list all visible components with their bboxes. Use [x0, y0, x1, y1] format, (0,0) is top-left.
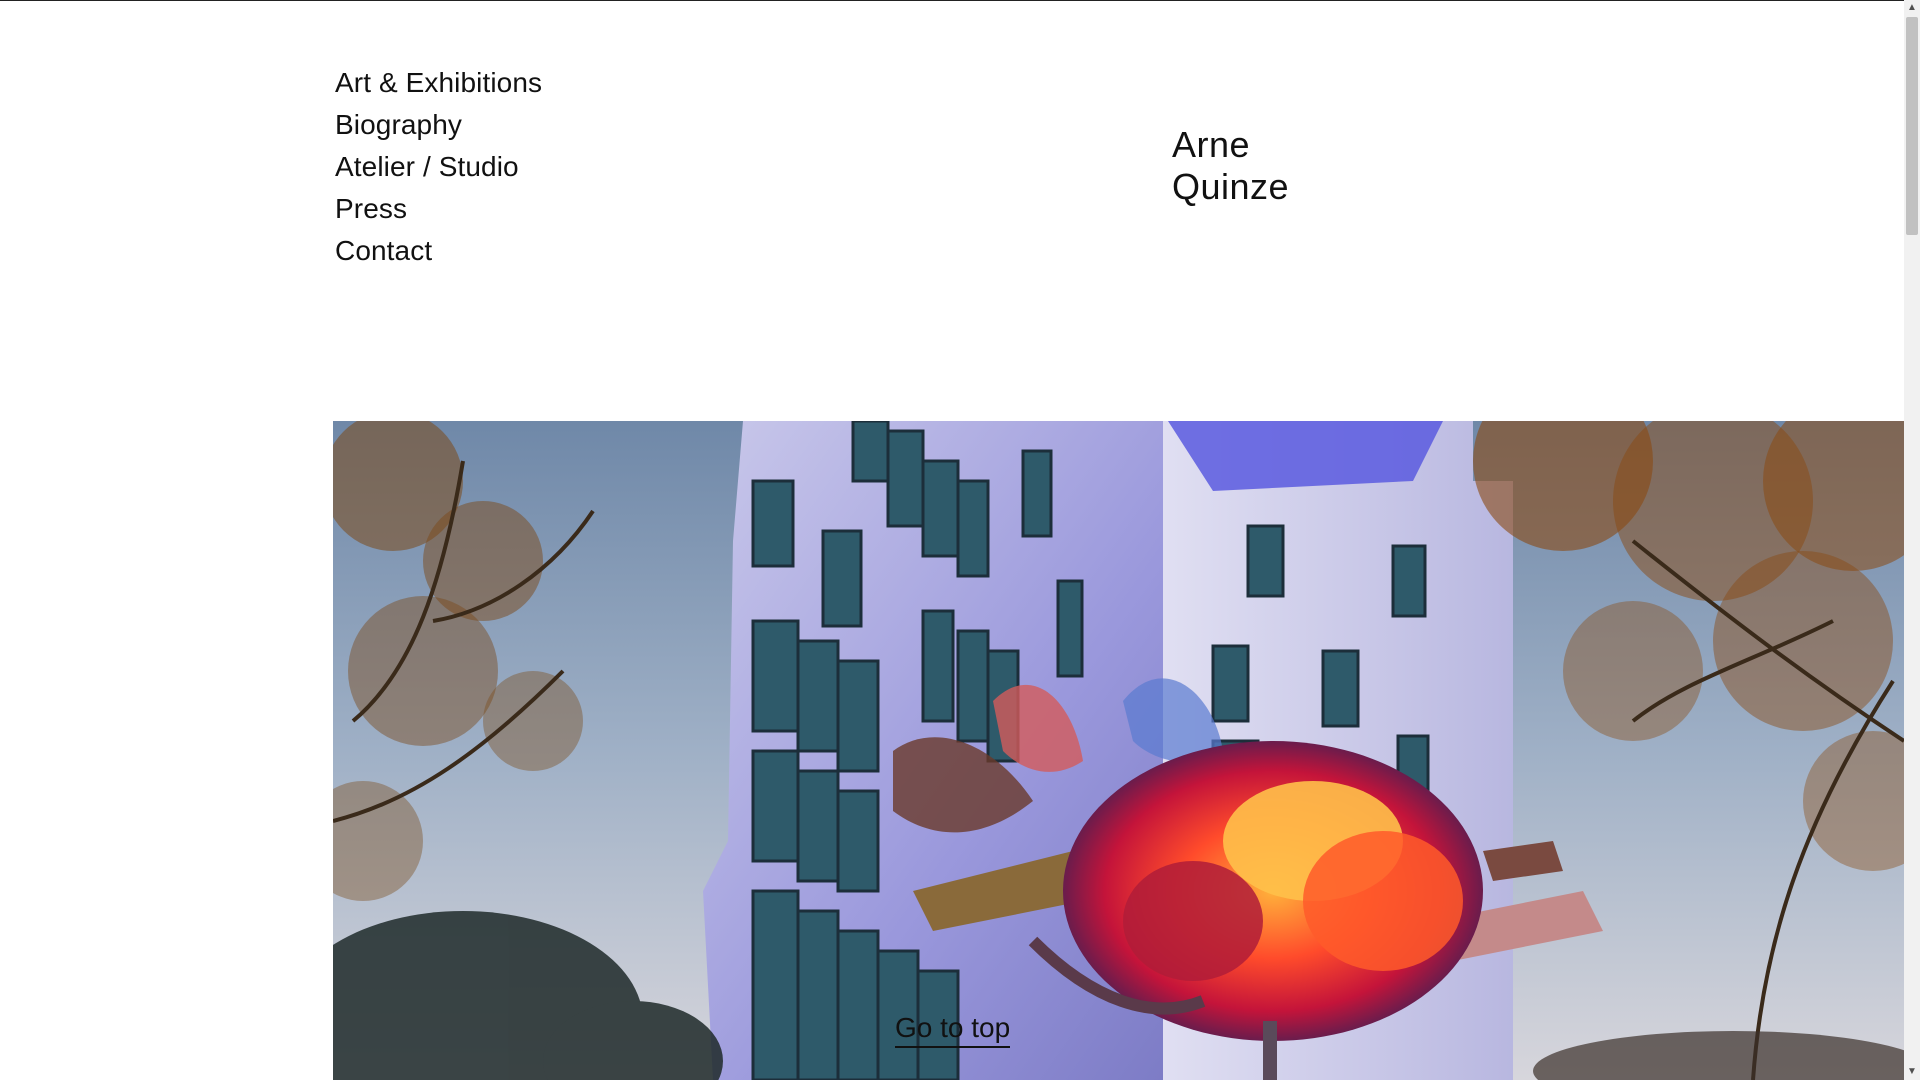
go-to-top-link[interactable]: Go to top — [895, 1012, 1011, 1048]
logo-line-1: Arne — [1172, 124, 1251, 165]
top-border — [0, 0, 1904, 1]
nav-item-press[interactable]: Press — [335, 188, 542, 230]
scrollbar-thumb[interactable] — [1906, 17, 1918, 235]
nav-item-atelier-studio[interactable]: Atelier / Studio — [335, 146, 542, 188]
nav-item-biography[interactable]: Biography — [335, 104, 542, 146]
site-logo[interactable]: Arne Quinze — [1172, 124, 1289, 208]
scroll-up-arrow-icon[interactable]: ▲ — [1904, 0, 1920, 16]
main-navigation: Art & Exhibitions Biography Atelier / St… — [335, 62, 542, 272]
nav-item-contact[interactable]: Contact — [335, 230, 542, 272]
hero-photo-sculpture — [333, 421, 1904, 1080]
vertical-scrollbar[interactable]: ▲ ▼ — [1904, 0, 1920, 1080]
hero-image — [333, 421, 1904, 1080]
scroll-down-arrow-icon[interactable]: ▼ — [1904, 1064, 1920, 1080]
logo-line-2: Quinze — [1172, 166, 1290, 207]
nav-item-art-exhibitions[interactable]: Art & Exhibitions — [335, 62, 542, 104]
